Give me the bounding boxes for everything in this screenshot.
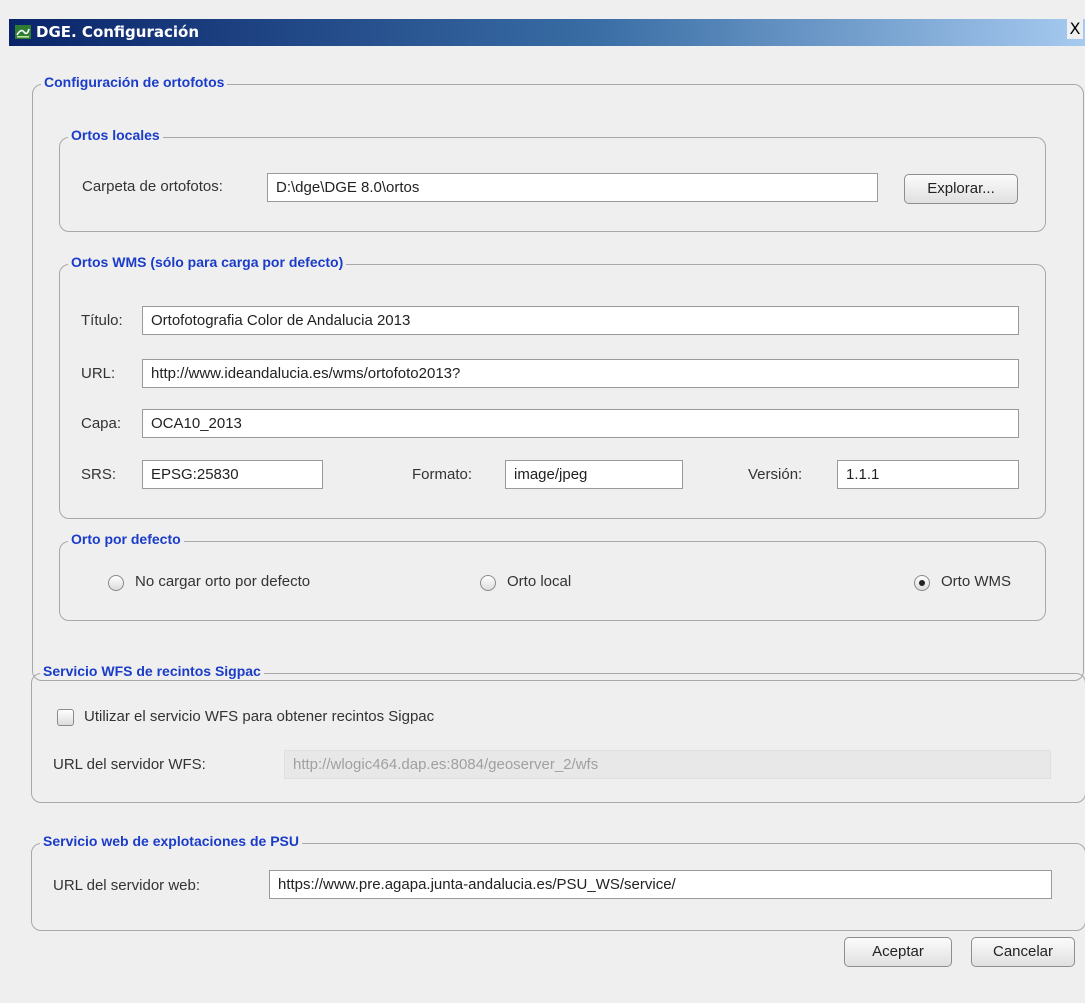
psu-group: Servicio web de explotaciones de PSU URL… bbox=[31, 833, 1085, 931]
ortos-wms-title: Ortos WMS (sólo para carga por defecto) bbox=[68, 254, 347, 270]
app-icon bbox=[15, 25, 31, 39]
srs-label: SRS: bbox=[81, 466, 117, 483]
titulo-label: Título: bbox=[81, 312, 123, 329]
radio-orto-wms-circle[interactable] bbox=[914, 575, 930, 591]
ortos-wms-group: Ortos WMS (sólo para carga por defecto) … bbox=[59, 254, 1046, 519]
title-bar[interactable]: DGE. Configuración bbox=[9, 19, 1085, 46]
cancel-button[interactable]: Cancelar bbox=[971, 937, 1075, 967]
psu-url-label: URL del servidor web: bbox=[53, 877, 201, 894]
wfs-url-label: URL del servidor WFS: bbox=[53, 756, 206, 773]
radio-orto-local-circle[interactable] bbox=[480, 575, 496, 591]
orto-defecto-group: Orto por defecto No cargar orto por defe… bbox=[59, 531, 1046, 621]
wfs-group-title: Servicio WFS de recintos Sigpac bbox=[40, 663, 264, 679]
psu-group-title: Servicio web de explotaciones de PSU bbox=[40, 833, 302, 849]
radio-selected-dot bbox=[919, 580, 925, 586]
folder-input[interactable]: D:\dge\DGE 8.0\ortos bbox=[267, 173, 878, 202]
wfs-group: Servicio WFS de recintos Sigpac Utilizar… bbox=[31, 663, 1085, 803]
version-input[interactable]: 1.1.1 bbox=[837, 460, 1019, 489]
wfs-checkbox[interactable] bbox=[57, 709, 74, 726]
wfs-checkbox-row[interactable]: Utilizar el servicio WFS para obtener re… bbox=[57, 707, 527, 729]
orto-defecto-title: Orto por defecto bbox=[68, 531, 184, 547]
window-title: DGE. Configuración bbox=[36, 23, 199, 41]
radio-orto-wms-label: Orto WMS bbox=[941, 573, 1011, 590]
config-dialog: DGE. Configuración X Configuración de or… bbox=[0, 0, 1085, 1003]
accept-button[interactable]: Aceptar bbox=[844, 937, 952, 967]
formato-label: Formato: bbox=[412, 466, 473, 483]
radio-no-cargar[interactable]: No cargar orto por defecto bbox=[106, 572, 366, 594]
dialog-content: Configuración de ortofotos Ortos locales… bbox=[9, 46, 1085, 1003]
ortos-locales-group: Ortos locales Carpeta de ortofotos: D:\d… bbox=[59, 127, 1046, 232]
close-button[interactable]: X bbox=[1067, 19, 1083, 39]
ortofotos-group-title: Configuración de ortofotos bbox=[41, 74, 228, 90]
wfs-checkbox-label: Utilizar el servicio WFS para obtener re… bbox=[84, 708, 435, 725]
version-label: Versión: bbox=[748, 466, 803, 483]
radio-orto-local[interactable]: Orto local bbox=[478, 572, 618, 594]
psu-url-input[interactable]: https://www.pre.agapa.junta-andalucia.es… bbox=[269, 870, 1052, 899]
url-input[interactable]: http://www.ideandalucia.es/wms/ortofoto2… bbox=[142, 359, 1019, 388]
radio-orto-wms[interactable]: Orto WMS bbox=[912, 572, 1032, 594]
browse-button[interactable]: Explorar... bbox=[904, 174, 1018, 204]
radio-no-cargar-label: No cargar orto por defecto bbox=[135, 573, 311, 590]
ortos-locales-title: Ortos locales bbox=[68, 127, 163, 143]
formato-input[interactable]: image/jpeg bbox=[505, 460, 683, 489]
wfs-url-input: http://wlogic464.dap.es:8084/geoserver_2… bbox=[284, 750, 1051, 779]
titulo-input[interactable]: Ortofotografia Color de Andalucia 2013 bbox=[142, 306, 1019, 335]
radio-no-cargar-circle[interactable] bbox=[108, 575, 124, 591]
ortofotos-group: Configuración de ortofotos Ortos locales… bbox=[32, 74, 1084, 681]
radio-orto-local-label: Orto local bbox=[507, 573, 572, 590]
url-label: URL: bbox=[81, 365, 116, 382]
capa-label: Capa: bbox=[81, 415, 122, 432]
folder-label: Carpeta de ortofotos: bbox=[82, 178, 223, 195]
capa-input[interactable]: OCA10_2013 bbox=[142, 409, 1019, 438]
srs-input[interactable]: EPSG:25830 bbox=[142, 460, 323, 489]
